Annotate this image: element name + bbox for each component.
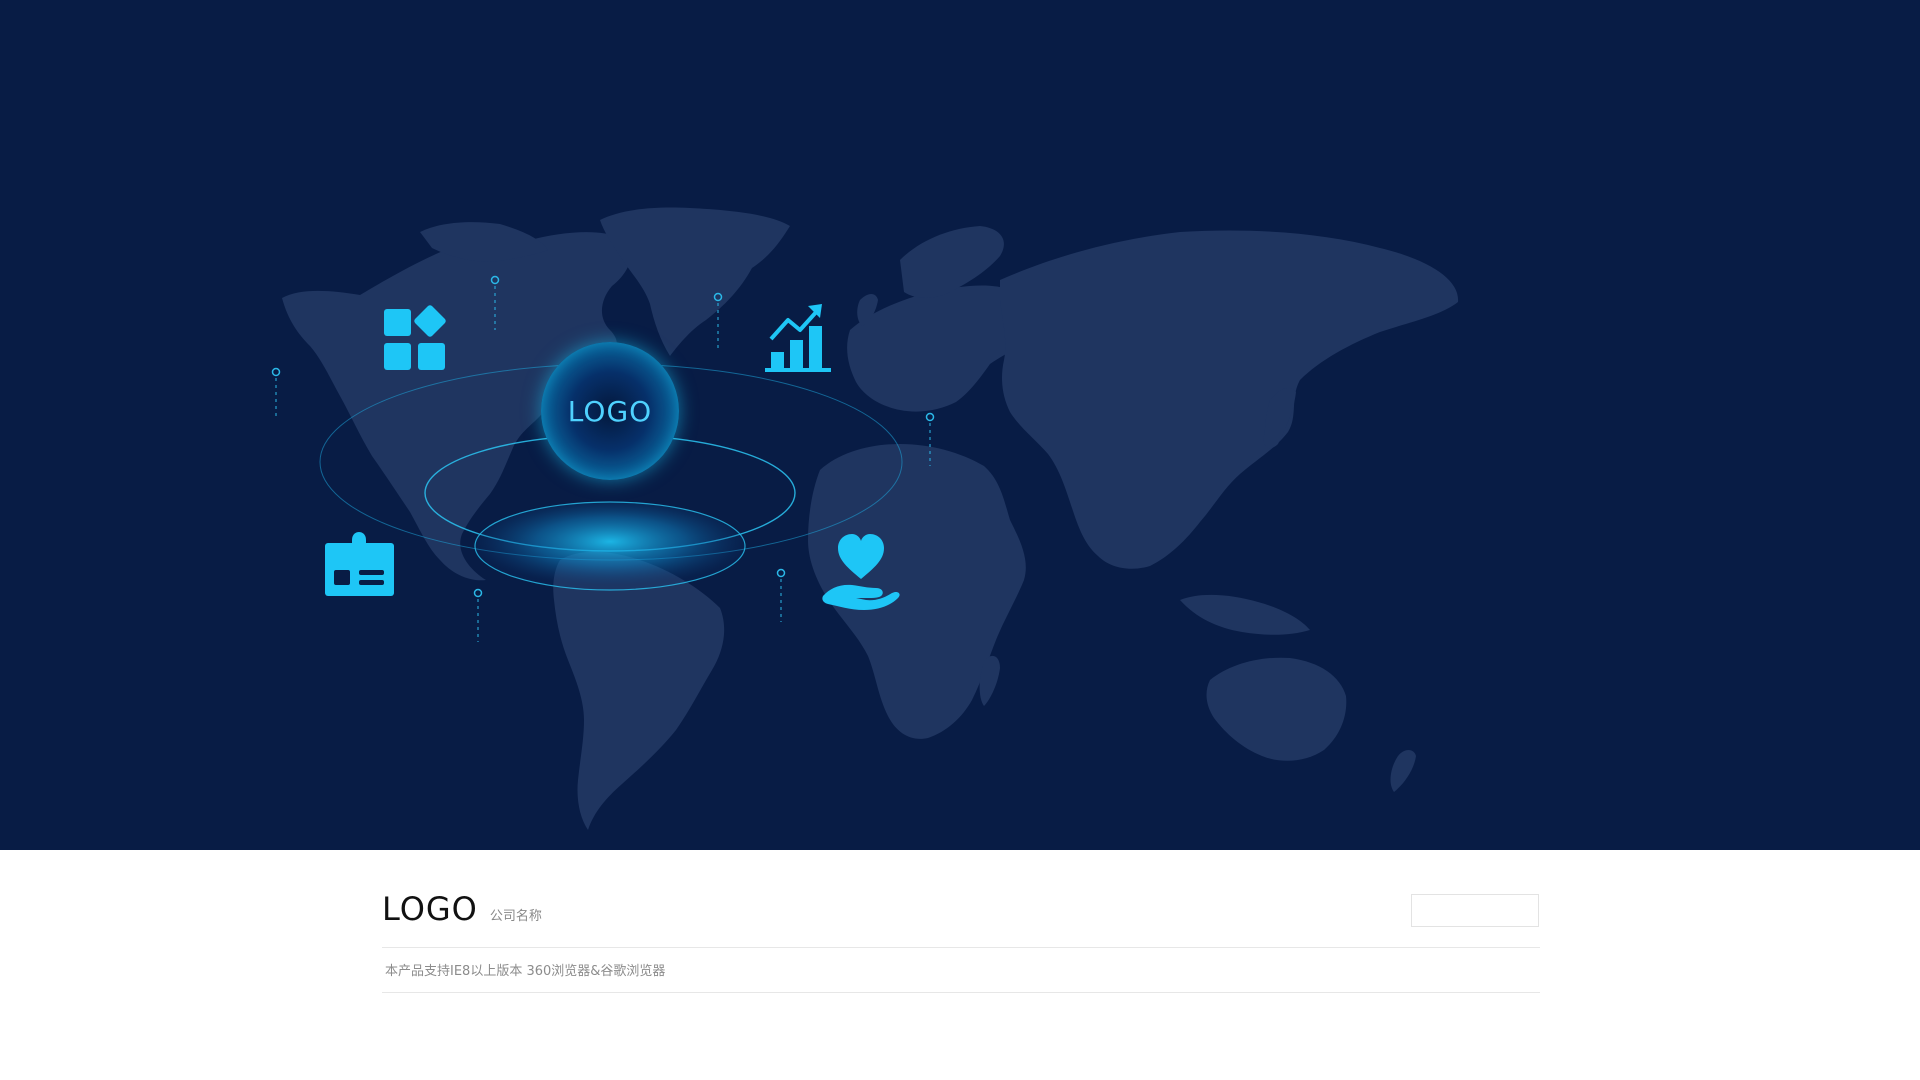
continent-greenland <box>600 207 790 356</box>
continent-new-zealand <box>1390 750 1416 792</box>
orb-logo-text: LOGO <box>567 394 653 428</box>
location-pin <box>473 588 483 642</box>
brand-logo-text: LOGO <box>382 890 478 928</box>
hero-banner: LOGO <box>0 0 1920 850</box>
login-box[interactable] <box>1411 894 1539 927</box>
location-pin <box>776 568 786 622</box>
divider <box>382 947 1540 948</box>
id-card-icon <box>325 532 394 596</box>
continent-south-america <box>553 551 725 830</box>
logo-orb: LOGO <box>541 342 679 480</box>
divider <box>382 992 1540 993</box>
company-name: 公司名称 <box>489 909 542 924</box>
browser-support-notice: 本产品支持IE8以上版本 360浏览器&谷歌浏览器 <box>385 964 666 979</box>
continent-australia <box>1206 657 1347 761</box>
world-map <box>271 207 1459 830</box>
brand: LOGO 公司名称 <box>382 890 542 928</box>
footer: LOGO 公司名称 本产品支持IE8以上版本 360浏览器&谷歌浏览器 <box>0 850 1920 1080</box>
continent-asia <box>1000 230 1459 569</box>
growth-chart-icon <box>765 304 831 372</box>
location-pin <box>271 367 281 420</box>
continent-se-asia-islands <box>1180 594 1310 635</box>
